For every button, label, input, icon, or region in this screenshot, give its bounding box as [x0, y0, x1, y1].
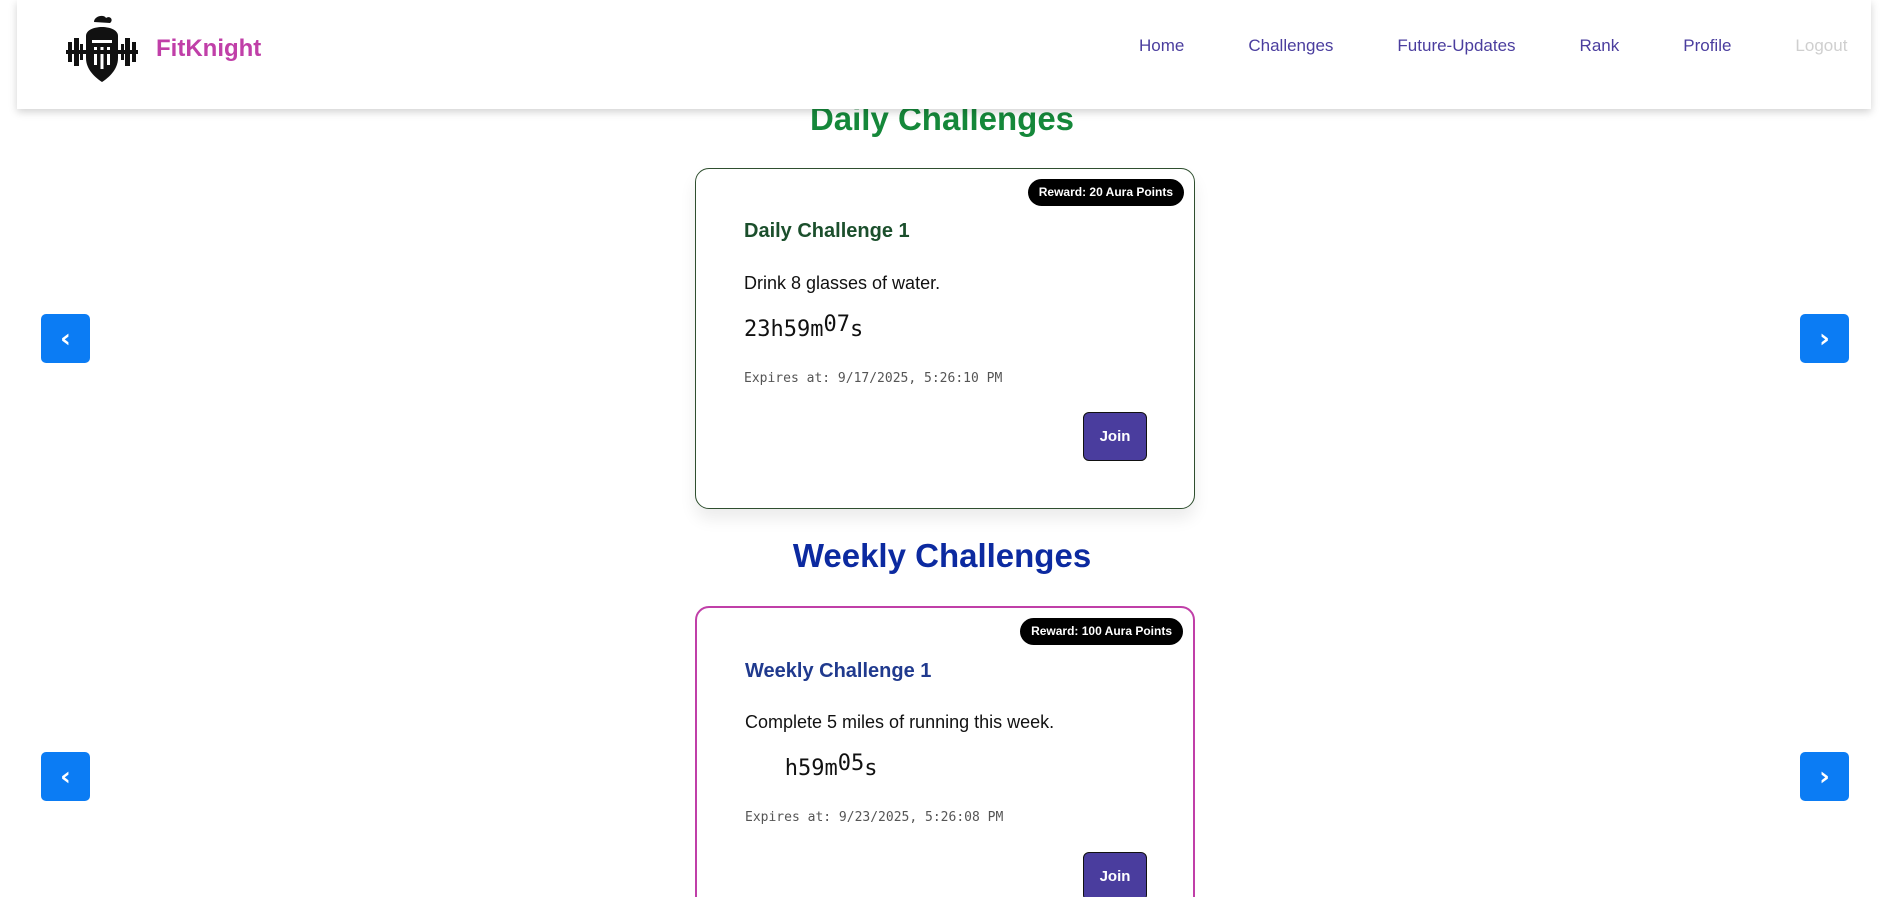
nav-links: Home Challenges Future-Updates Rank Prof… [1139, 36, 1847, 56]
countdown-timer: h59m05s [745, 751, 878, 781]
timer-seconds: 07 [823, 312, 850, 337]
timer-seconds-suffix: s [849, 317, 864, 342]
join-button[interactable]: Join [1083, 412, 1147, 461]
brand[interactable]: FitKnight [64, 14, 261, 84]
nav-rank[interactable]: Rank [1580, 36, 1620, 56]
nav-home[interactable]: Home [1139, 36, 1184, 56]
daily-challenge-card: Reward: 20 Aura Points Daily Challenge 1… [695, 168, 1195, 509]
nav-challenges[interactable]: Challenges [1248, 36, 1333, 56]
nav-logout[interactable]: Logout [1795, 36, 1847, 56]
weekly-next-button[interactable]: › [1800, 752, 1849, 801]
join-button[interactable]: Join [1083, 852, 1147, 897]
nav-future-updates[interactable]: Future-Updates [1397, 36, 1515, 56]
expires-at: Expires at: 9/23/2025, 5:26:08 PM [745, 810, 1004, 825]
expires-at: Expires at: 9/17/2025, 5:26:10 PM [744, 371, 1003, 386]
knight-helmet-dumbbell-icon [66, 15, 138, 82]
challenge-description: Complete 5 miles of running this week. [745, 712, 1055, 732]
timer-hours-minutes: h59m [745, 756, 838, 781]
nav-profile[interactable]: Profile [1683, 36, 1731, 56]
weekly-challenge-card: Reward: 100 Aura Points Weekly Challenge… [695, 606, 1195, 897]
challenge-title: Weekly Challenge 1 [745, 660, 932, 682]
reward-badge: Reward: 20 Aura Points [1027, 179, 1184, 206]
weekly-section-title: Weekly Challenges [792, 537, 1092, 574]
daily-next-button[interactable]: › [1800, 314, 1849, 363]
daily-prev-button[interactable]: ‹ [41, 314, 90, 363]
reward-badge: Reward: 100 Aura Points [1020, 618, 1183, 645]
timer-seconds-suffix: s [864, 756, 878, 781]
page: FitKnight Home Challenges Future-Updates… [0, 0, 1884, 897]
timer-seconds: 05 [837, 751, 865, 776]
navbar: FitKnight Home Challenges Future-Updates… [17, 0, 1871, 109]
countdown-timer: 23h59m07s [744, 312, 864, 342]
timer-hours-minutes: 23h59m [744, 317, 824, 342]
challenge-title: Daily Challenge 1 [744, 220, 910, 242]
brand-name[interactable]: FitKnight [156, 35, 261, 63]
challenge-description: Drink 8 glasses of water. [744, 273, 941, 293]
weekly-prev-button[interactable]: ‹ [41, 752, 90, 801]
